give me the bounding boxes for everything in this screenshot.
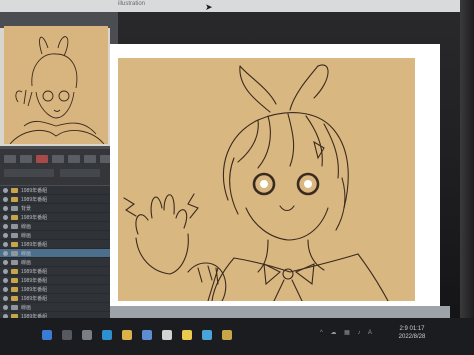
eye-icon[interactable] [3, 250, 8, 256]
layer-row[interactable]: 1989年番組 [0, 195, 118, 204]
eye-icon[interactable] [3, 259, 8, 265]
eye-icon[interactable] [3, 205, 8, 211]
mask-icon[interactable] [52, 155, 64, 163]
layer-name: 背景 [21, 205, 32, 212]
layer-row[interactable]: 線画 [0, 303, 118, 312]
explorer-icon[interactable] [122, 330, 132, 340]
search-icon[interactable] [62, 330, 72, 340]
clock-date: 2022/8/28 [398, 334, 426, 340]
line-art-drawing [123, 64, 389, 301]
folder-icon [11, 241, 18, 247]
layer-name: 1989年番組 [21, 277, 48, 284]
layer-name: 線画 [21, 304, 32, 311]
layer-name: 線画 [21, 250, 32, 257]
layer-thumb-icon [11, 304, 18, 310]
opacity-slider[interactable] [60, 169, 100, 177]
new-layer-icon[interactable] [4, 155, 16, 163]
mail-icon[interactable] [162, 330, 172, 340]
clip-studio-icon[interactable] [182, 330, 192, 340]
layer-row[interactable]: 1989年番組 [0, 186, 118, 195]
layer-name: 1989年番組 [21, 214, 48, 221]
eye-icon[interactable] [3, 214, 8, 220]
layer-thumb-icon [11, 205, 18, 211]
folder-icon [11, 196, 18, 202]
blend-mode-select[interactable] [4, 169, 54, 177]
eye-icon[interactable] [3, 196, 8, 202]
monitor-bezel [460, 0, 474, 355]
layer-row[interactable]: 線画 [0, 231, 118, 240]
clock-time: 2:9 01:17 [399, 326, 425, 332]
folder-icon [11, 268, 18, 274]
system-tray[interactable]: ^ ☁ ▦ ♪ A [320, 329, 375, 336]
folder-icon [11, 295, 18, 301]
layer-name: 線画 [21, 259, 32, 266]
folder-icon[interactable] [20, 155, 32, 163]
layer-row[interactable]: 背景 [0, 204, 118, 213]
layer-row[interactable]: 1989年番組 [0, 213, 118, 222]
eye-icon[interactable] [3, 304, 8, 310]
layer-row[interactable]: 1989年番組 [0, 294, 118, 303]
layer-row[interactable]: 1989年番組 [0, 267, 118, 276]
eye-icon[interactable] [3, 286, 8, 292]
status-strip [110, 306, 450, 318]
layer-name: 線画 [21, 232, 32, 239]
folder-icon [11, 214, 18, 220]
layer-name: 1989年番組 [21, 268, 48, 275]
app-icon[interactable] [222, 330, 232, 340]
lock-icon[interactable] [84, 155, 96, 163]
layer-row[interactable]: 1989年番組 [0, 240, 118, 249]
layer-name: 1989年番組 [21, 295, 48, 302]
window-title: illustration [118, 1, 146, 7]
navigator-sketch [9, 36, 105, 144]
eye-icon[interactable] [3, 295, 8, 301]
left-panel: 1989年番組 1989年番組 背景 1989年番組 線画 線画 1989年番組 線画 線画 19… [0, 12, 118, 346]
layer-name: 線画 [21, 223, 32, 230]
layer-thumb-icon [11, 232, 18, 238]
link-icon[interactable] [68, 155, 80, 163]
eye-icon[interactable] [3, 223, 8, 229]
layer-row[interactable]: 1989年番組 [0, 276, 118, 285]
eye-icon[interactable] [3, 277, 8, 283]
layer-thumb-icon [11, 250, 18, 256]
store-icon[interactable] [142, 330, 152, 340]
clock[interactable]: 2:9 01:17 2022/8/28 [388, 326, 436, 340]
layer-name: 1989年番組 [21, 187, 48, 194]
chrome-icon[interactable] [202, 330, 212, 340]
folder-icon [11, 286, 18, 292]
layer-row[interactable]: 線画 [0, 258, 118, 267]
eye-icon[interactable] [3, 187, 8, 193]
layer-row[interactable]: 線画 [0, 222, 118, 231]
main-canvas[interactable] [118, 58, 415, 301]
taskbar: ^ ☁ ▦ ♪ A 2:9 01:17 2022/8/28 [0, 318, 474, 355]
record-icon[interactable] [36, 155, 48, 163]
mouse-cursor-icon: ➤ [205, 2, 213, 12]
layer-thumb-icon [11, 259, 18, 265]
layer-row[interactable]: 1989年番組 [0, 285, 118, 294]
layer-name: 1989年番組 [21, 286, 48, 293]
navigator-preview[interactable] [4, 26, 108, 144]
layer-row[interactable]: 線画 [0, 249, 118, 258]
layer-name: 1989年番組 [21, 196, 48, 203]
layer-name: 1989年番組 [21, 241, 48, 248]
start-icon[interactable] [42, 330, 52, 340]
folder-icon [11, 187, 18, 193]
layer-thumb-icon [11, 223, 18, 229]
eye-icon[interactable] [3, 241, 8, 247]
edge-icon[interactable] [102, 330, 112, 340]
eye-icon[interactable] [3, 232, 8, 238]
eye-icon[interactable] [3, 268, 8, 274]
title-bar: illustration ➤ [0, 0, 474, 12]
layer-toolbar [0, 149, 118, 185]
taskview-icon[interactable] [82, 330, 92, 340]
folder-icon [11, 277, 18, 283]
